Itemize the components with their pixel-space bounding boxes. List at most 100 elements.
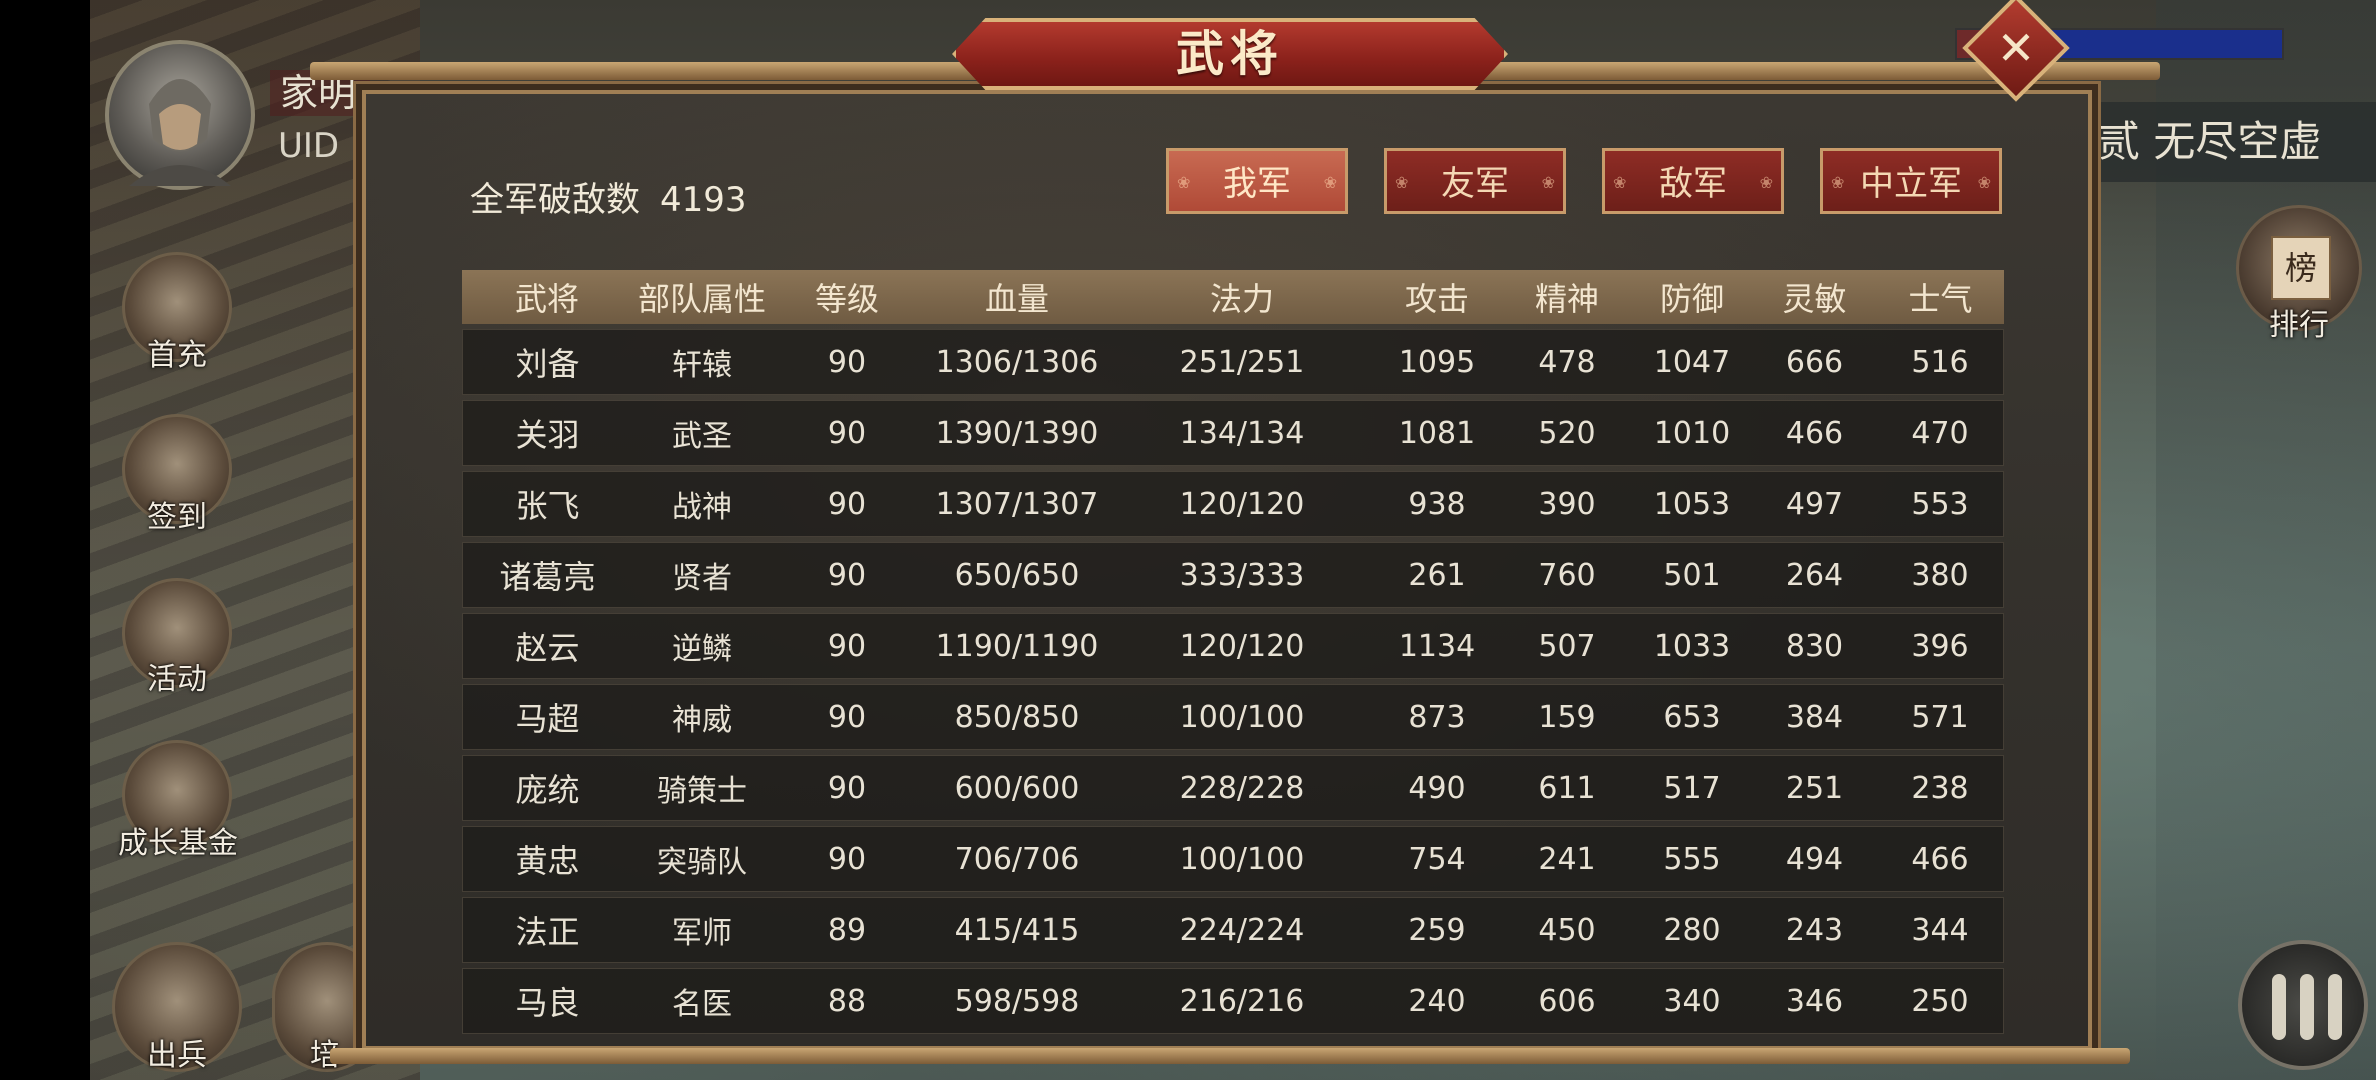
attack-cell: 873 <box>1372 684 1502 750</box>
agility-cell: 384 <box>1752 684 1877 750</box>
unit-type-cell: 战神 <box>632 471 772 537</box>
level-cell: 90 <box>772 400 922 466</box>
table-row[interactable]: 赵云 逆鳞 90 1190/1190 120/120 1134 507 1033 830 396 <box>462 613 2004 679</box>
level-cell: 88 <box>772 968 922 1034</box>
defense-cell: 280 <box>1632 897 1752 963</box>
tab-allied-army[interactable]: ❀ 友军 ❀ <box>1384 148 1566 214</box>
player-uid-label: UID <box>278 126 340 166</box>
menu-bar-icon <box>2328 974 2342 1040</box>
level-cell: 90 <box>772 329 922 395</box>
column-header: 等级 <box>772 270 922 324</box>
morale-cell: 344 <box>1877 897 2004 963</box>
agility-cell: 264 <box>1752 542 1877 608</box>
stage-banner: 贰 无尽空虚 <box>2090 102 2376 182</box>
growth-fund-label: 成长基金 <box>118 826 238 861</box>
unit-type-cell: 轩辕 <box>632 329 772 395</box>
mp-cell: 100/100 <box>1112 826 1372 892</box>
spirit-cell: 241 <box>1502 826 1632 892</box>
deploy-label: 出兵 <box>147 1038 207 1073</box>
hp-cell: 706/706 <box>922 826 1112 892</box>
spirit-cell: 611 <box>1502 755 1632 821</box>
spirit-cell: 606 <box>1502 968 1632 1034</box>
agility-cell: 243 <box>1752 897 1877 963</box>
agility-cell: 830 <box>1752 613 1877 679</box>
tab-our-army[interactable]: ❀ 我军 ❀ <box>1166 148 1348 214</box>
defense-cell: 1010 <box>1632 400 1752 466</box>
hp-cell: 600/600 <box>922 755 1112 821</box>
avatar[interactable] <box>105 40 255 190</box>
unit-type-cell: 突骑队 <box>632 826 772 892</box>
table-row[interactable]: 马超 神威 90 850/850 100/100 873 159 653 384 571 <box>462 684 2004 750</box>
column-header: 士气 <box>1877 270 2004 324</box>
defense-cell: 517 <box>1632 755 1752 821</box>
generals-table: 武将 部队属性 等级 血量 法力 攻击 精神 防御 灵敏 士气 刘备 轩辕 90 13… <box>462 265 2004 1039</box>
unit-type-cell: 逆鳞 <box>632 613 772 679</box>
main-menu-button[interactable] <box>2238 940 2368 1070</box>
first-recharge-label: 首充 <box>147 338 207 373</box>
morale-cell: 470 <box>1877 400 2004 466</box>
spirit-cell: 159 <box>1502 684 1632 750</box>
table-row[interactable]: 庞统 骑策士 90 600/600 228/228 490 611 517 251 238 <box>462 755 2004 821</box>
column-header: 防御 <box>1632 270 1752 324</box>
attack-cell: 1095 <box>1372 329 1502 395</box>
attack-cell: 1134 <box>1372 613 1502 679</box>
spirit-cell: 520 <box>1502 400 1632 466</box>
hp-cell: 1390/1390 <box>922 400 1112 466</box>
attack-cell: 259 <box>1372 897 1502 963</box>
tab-enemy-army[interactable]: ❀ 敌军 ❀ <box>1602 148 1784 214</box>
table-row[interactable]: 法正 军师 89 415/415 224/224 259 450 280 243 344 <box>462 897 2004 963</box>
spirit-cell: 450 <box>1502 897 1632 963</box>
mp-cell: 333/333 <box>1112 542 1372 608</box>
table-row[interactable]: 关羽 武圣 90 1390/1390 134/134 1081 520 1010 466 470 <box>462 400 2004 466</box>
table-row[interactable]: 马良 名医 88 598/598 216/216 240 606 340 346 250 <box>462 968 2004 1034</box>
attack-cell: 490 <box>1372 755 1502 821</box>
mp-cell: 216/216 <box>1112 968 1372 1034</box>
level-cell: 90 <box>772 613 922 679</box>
column-header: 武将 <box>462 270 632 324</box>
level-cell: 89 <box>772 897 922 963</box>
defense-cell: 1053 <box>1632 471 1752 537</box>
table-row[interactable]: 诸葛亮 贤者 90 650/650 333/333 261 760 501 264 380 <box>462 542 2004 608</box>
unit-type-cell: 贤者 <box>632 542 772 608</box>
ranking-label: 排行 <box>2269 308 2329 343</box>
level-cell: 90 <box>772 542 922 608</box>
defense-cell: 340 <box>1632 968 1752 1034</box>
tab-our-army-label: 我军 <box>1223 164 1291 204</box>
attack-cell: 938 <box>1372 471 1502 537</box>
unit-type-cell: 名医 <box>632 968 772 1034</box>
attack-cell: 754 <box>1372 826 1502 892</box>
defense-cell: 555 <box>1632 826 1752 892</box>
hp-cell: 598/598 <box>922 968 1112 1034</box>
mp-cell: 251/251 <box>1112 329 1372 395</box>
agility-cell: 466 <box>1752 400 1877 466</box>
level-cell: 90 <box>772 684 922 750</box>
agility-cell: 494 <box>1752 826 1877 892</box>
level-cell: 90 <box>772 471 922 537</box>
hp-cell: 1307/1307 <box>922 471 1112 537</box>
defense-cell: 501 <box>1632 542 1752 608</box>
hp-cell: 850/850 <box>922 684 1112 750</box>
table-row[interactable]: 张飞 战神 90 1307/1307 120/120 938 390 1053 497 553 <box>462 471 2004 537</box>
tab-neutral-army[interactable]: ❀ 中立军 ❀ <box>1820 148 2002 214</box>
tab-allied-army-label: 友军 <box>1441 164 1509 204</box>
morale-cell: 238 <box>1877 755 2004 821</box>
level-cell: 90 <box>772 755 922 821</box>
sign-in-label: 签到 <box>147 500 207 535</box>
unit-type-cell: 骑策士 <box>632 755 772 821</box>
general-name-cell: 黄忠 <box>462 826 632 892</box>
table-row[interactable]: 黄忠 突骑队 90 706/706 100/100 754 241 555 494 466 <box>462 826 2004 892</box>
general-name-cell: 赵云 <box>462 613 632 679</box>
dialog-title: 武将 <box>1175 26 1284 82</box>
general-name-cell: 庞统 <box>462 755 632 821</box>
morale-cell: 516 <box>1877 329 2004 395</box>
panel-bottom-trim <box>330 1048 2130 1064</box>
attack-cell: 261 <box>1372 542 1502 608</box>
menu-bar-icon <box>2272 974 2286 1040</box>
close-icon[interactable]: ✕ <box>1978 10 2054 86</box>
hp-cell: 415/415 <box>922 897 1112 963</box>
general-name-cell: 关羽 <box>462 400 632 466</box>
mp-cell: 228/228 <box>1112 755 1372 821</box>
general-name-cell: 马良 <box>462 968 632 1034</box>
table-row[interactable]: 刘备 轩辕 90 1306/1306 251/251 1095 478 1047 666 516 <box>462 329 2004 395</box>
unit-type-cell: 武圣 <box>632 400 772 466</box>
